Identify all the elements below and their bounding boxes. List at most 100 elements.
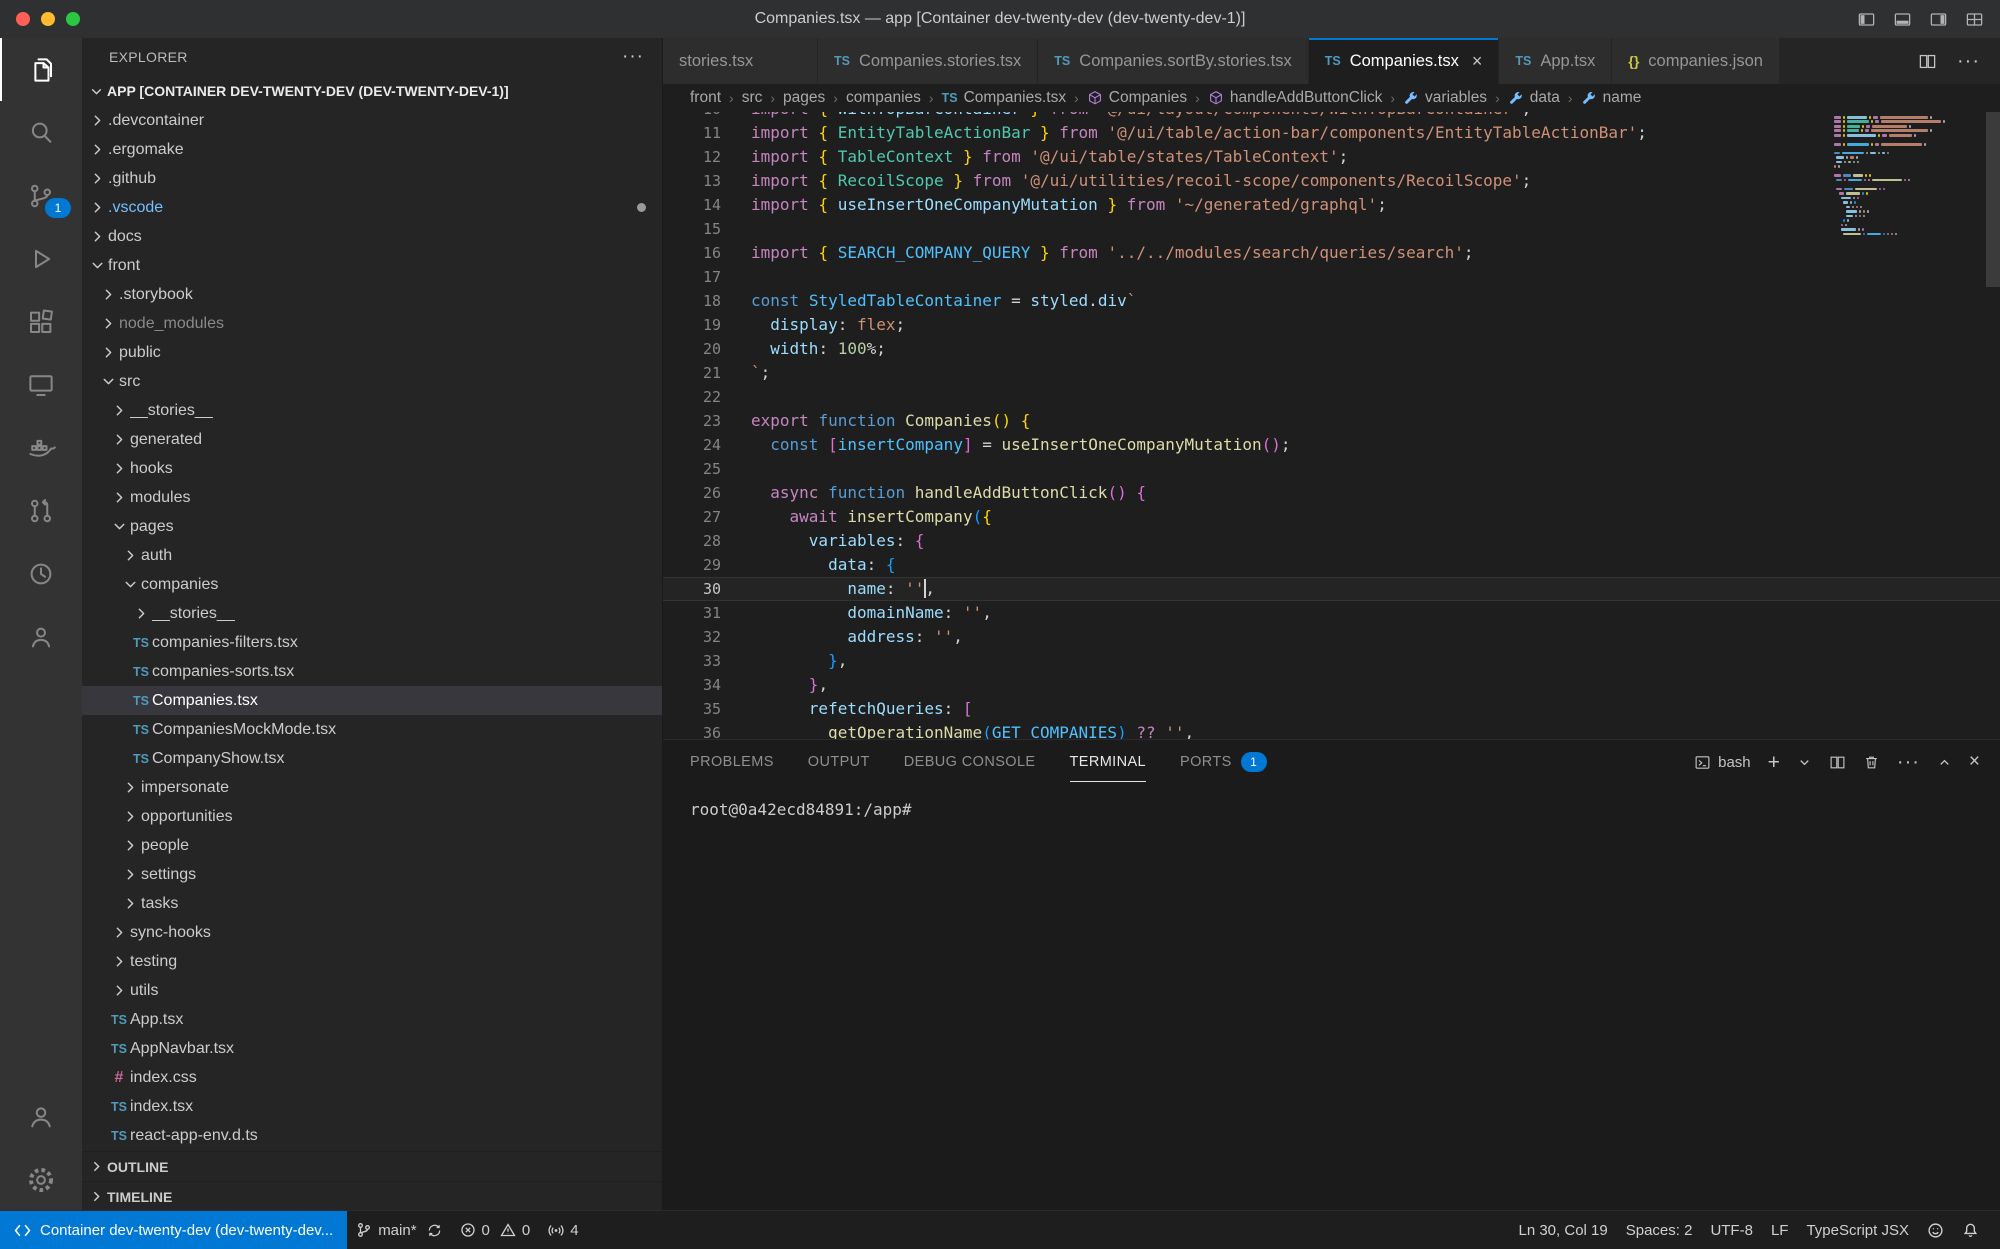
ports-item[interactable]: 4 [539,1211,587,1249]
tree-item-CompaniesMockMode.tsx[interactable]: TSCompaniesMockMode.tsx [82,715,662,744]
tree-item-testing[interactable]: testing [82,947,662,976]
tree-item-index.tsx[interactable]: TSindex.tsx [82,1092,662,1121]
breadcrumb-handleAddButtonClick[interactable]: handleAddButtonClick [1208,89,1383,107]
tree-item-.github[interactable]: .github [82,164,662,193]
problems-item[interactable]: 0 0 [451,1211,540,1249]
timeline-section-header[interactable]: TIMELINE [82,1181,662,1211]
tree-item-companies-sorts.tsx[interactable]: TScompanies-sorts.tsx [82,657,662,686]
minimize-window-button[interactable] [41,12,55,26]
tree-item-.vscode[interactable]: .vscode [82,193,662,222]
activity-remote-explorer-icon[interactable] [0,353,82,416]
tree-item-modules[interactable]: modules [82,483,662,512]
tree-item-.ergomake[interactable]: .ergomake [82,135,662,164]
breadcrumb-Companies.tsx[interactable]: TSCompanies.tsx [942,89,1067,107]
panel-tab-terminal[interactable]: TERMINAL [1070,743,1147,782]
terminal-output[interactable]: root@0a42ecd84891:/app# [663,784,2000,819]
tree-item-people[interactable]: people [82,831,662,860]
panel-tab-output[interactable]: OUTPUT [808,743,870,781]
eol-item[interactable]: LF [1762,1222,1798,1239]
outline-section-header[interactable]: OUTLINE [82,1151,662,1181]
tab-stories.tsx[interactable]: stories.tsx [663,38,818,84]
tree-item-.devcontainer[interactable]: .devcontainer [82,106,662,135]
tree-item-auth[interactable]: auth [82,541,662,570]
tree-item-index.css[interactable]: #index.css [82,1063,662,1092]
explorer-more-actions-icon[interactable]: ··· [622,46,644,68]
editor-more-actions-icon[interactable]: ··· [1957,50,1980,73]
activity-live-share-icon[interactable] [0,605,82,668]
tree-item-public[interactable]: public [82,338,662,367]
zoom-window-button[interactable] [66,12,80,26]
breadcrumb-companies[interactable]: companies [846,89,921,107]
activity-docker-icon[interactable] [0,416,82,479]
minimap[interactable] [1834,116,1984,237]
panel-tab-ports[interactable]: PORTS1 [1180,741,1267,783]
language-mode-item[interactable]: TypeScript JSX [1797,1222,1918,1239]
tree-item-docs[interactable]: docs [82,222,662,251]
breadcrumb-src[interactable]: src [742,89,763,107]
kill-terminal-icon[interactable] [1863,754,1880,771]
panel-tab-problems[interactable]: PROBLEMS [690,743,774,781]
breadcrumb-Companies[interactable]: Companies [1087,89,1187,107]
tree-item-tasks[interactable]: tasks [82,889,662,918]
tree-item-sync-hooks[interactable]: sync-hooks [82,918,662,947]
activity-extensions-icon[interactable] [0,290,82,353]
breadcrumb-pages[interactable]: pages [783,89,825,107]
close-tab-icon[interactable]: × [1472,52,1483,70]
activity-search-icon[interactable] [0,101,82,164]
remote-indicator[interactable]: Container dev-twenty-dev (dev-twenty-dev… [0,1211,347,1249]
tab-Companies.sortBy.stories.tsx[interactable]: TSCompanies.sortBy.stories.tsx [1038,38,1308,84]
tree-item-App.tsx[interactable]: TSApp.tsx [82,1005,662,1034]
notifications-item[interactable] [1953,1222,1988,1239]
cursor-position-item[interactable]: Ln 30, Col 19 [1509,1222,1616,1239]
activity-accounts-icon[interactable] [0,1085,82,1148]
terminal-shell-picker[interactable]: bash [1694,754,1751,771]
activity-github-pull-requests-icon[interactable] [0,479,82,542]
new-terminal-icon[interactable]: + [1768,752,1780,773]
tree-item-__stories__[interactable]: __stories__ [82,599,662,628]
tree-item-front[interactable]: front [82,251,662,280]
activity-settings-icon[interactable] [0,1148,82,1211]
activity-source-control-icon[interactable]: 1 [0,164,82,227]
customize-layout-icon[interactable] [1965,10,1984,29]
toggle-panel-icon[interactable] [1893,10,1912,29]
tree-item-Companies.tsx[interactable]: TSCompanies.tsx [82,686,662,715]
panel-tab-debug-console[interactable]: DEBUG CONSOLE [904,743,1036,781]
tree-item-pages[interactable]: pages [82,512,662,541]
breadcrumb-name[interactable]: name [1581,89,1642,107]
breadcrumb-front[interactable]: front [690,89,721,107]
git-branch-item[interactable]: main* [347,1211,450,1249]
tab-App.tsx[interactable]: TSApp.tsx [1499,38,1612,84]
encoding-item[interactable]: UTF-8 [1701,1222,1762,1239]
split-terminal-icon[interactable] [1829,754,1846,771]
breadcrumb-data[interactable]: data [1508,89,1560,107]
tab-Companies.stories.tsx[interactable]: TSCompanies.stories.tsx [818,38,1038,84]
tree-item-src[interactable]: src [82,367,662,396]
tree-item-generated[interactable]: generated [82,425,662,454]
toggle-secondary-sidebar-icon[interactable] [1929,10,1948,29]
tree-item-companies-filters.tsx[interactable]: TScompanies-filters.tsx [82,628,662,657]
code-editor[interactable]: 10import { WithTopBarContainer } from '@… [663,112,2000,740]
split-editor-icon[interactable] [1918,52,1937,71]
feedback-item[interactable] [1918,1222,1953,1239]
toggle-sidebar-icon[interactable] [1857,10,1876,29]
tree-item-AppNavbar.tsx[interactable]: TSAppNavbar.tsx [82,1034,662,1063]
tab-companies.json[interactable]: {}companies.json [1612,38,1780,84]
close-panel-icon[interactable]: × [1969,751,1980,773]
close-window-button[interactable] [16,12,30,26]
tree-item-__stories__[interactable]: __stories__ [82,396,662,425]
activity-gitlens-icon[interactable] [0,542,82,605]
indentation-item[interactable]: Spaces: 2 [1617,1222,1702,1239]
terminal-dropdown-icon[interactable] [1797,755,1812,770]
activity-explorer-icon[interactable] [0,38,82,101]
tab-Companies.tsx[interactable]: TSCompanies.tsx× [1309,38,1500,84]
maximize-panel-icon[interactable] [1937,755,1952,770]
tree-item-utils[interactable]: utils [82,976,662,1005]
tree-item-impersonate[interactable]: impersonate [82,773,662,802]
workspace-section-header[interactable]: APP [CONTAINER DEV-TWENTY-DEV (DEV-TWENT… [82,76,662,106]
tree-item-opportunities[interactable]: opportunities [82,802,662,831]
editor-scrollbar[interactable] [1986,112,2000,287]
panel-more-actions-icon[interactable]: ··· [1897,751,1920,774]
tree-item-.storybook[interactable]: .storybook [82,280,662,309]
tree-item-react-app-env.d.ts[interactable]: TSreact-app-env.d.ts [82,1121,662,1150]
tree-item-CompanyShow.tsx[interactable]: TSCompanyShow.tsx [82,744,662,773]
